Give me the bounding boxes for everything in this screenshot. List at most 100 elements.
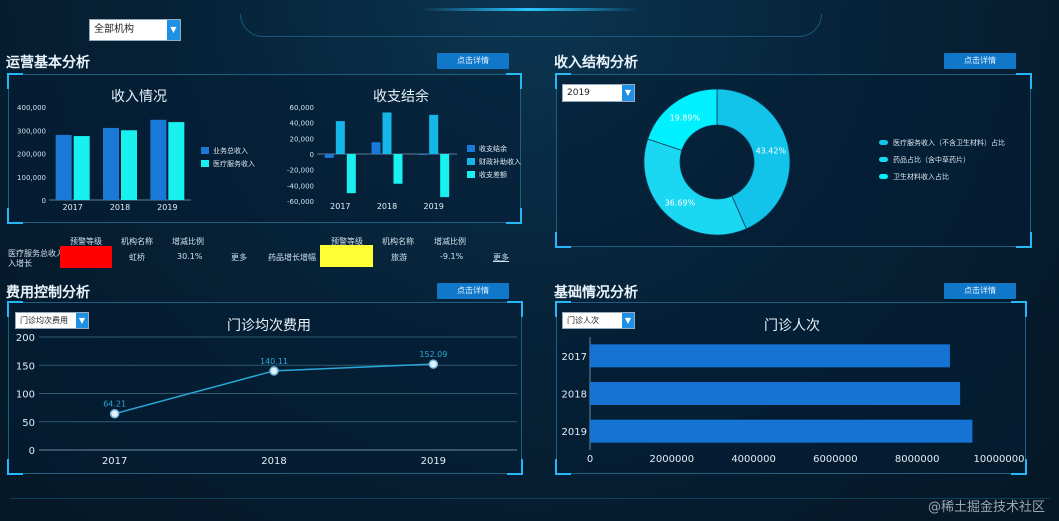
row-org-left: 虹桥	[129, 253, 145, 262]
chevron-down-icon: ▼	[167, 20, 180, 40]
legend-swatch	[467, 158, 475, 165]
cost-metric-select[interactable]: 门诊均次费用 ▼	[15, 312, 89, 329]
legend-label: 医疗服务收入（不含卫生材料）占比	[893, 138, 1005, 147]
income-chart: 0 100,000 200,000 300,000 400,000 2017 2018 201…	[17, 104, 255, 212]
bar-2019	[590, 419, 973, 443]
data-label: 140.11	[260, 357, 288, 366]
header-glow	[420, 8, 640, 11]
slice-label: 43.42%	[756, 147, 787, 156]
basic-info-title: 基础情况分析	[554, 285, 638, 301]
y-tick-label: -40,000	[287, 182, 314, 190]
y-tick-label: 400,000	[17, 104, 46, 112]
visits-metric-select[interactable]: 门诊人次 ▼	[562, 312, 635, 329]
data-label: 64.21	[103, 400, 126, 409]
data-label: 152.09	[419, 350, 447, 359]
bar-医疗服务收入-2018	[121, 130, 137, 200]
bar-2018	[590, 382, 961, 405]
bar-财政补助收入-2018	[382, 112, 392, 154]
data-point	[428, 359, 439, 369]
x-tick-label: 2017	[62, 203, 82, 212]
row-label-right: 药品增长增幅	[268, 253, 316, 262]
legend-swatch	[201, 160, 209, 167]
bar-收支差额-2019	[440, 154, 450, 198]
header-ratio-left: 增减比例	[172, 237, 204, 246]
income-structure-title: 收入结构分析	[554, 55, 638, 71]
legend-swatch	[879, 140, 888, 145]
operations-detail-button[interactable]: 点击详情	[437, 53, 509, 69]
chevron-down-icon: ▼	[76, 313, 88, 328]
x-tick-label: 2017	[102, 456, 127, 467]
header-org-right: 机构名称	[382, 237, 414, 246]
x-tick-label: 8000000	[895, 454, 940, 465]
bar-业务总收入-2018	[103, 127, 119, 200]
y-tick-label: 100,000	[17, 174, 46, 182]
bar-2017	[590, 344, 950, 368]
x-tick-label: 6000000	[813, 454, 858, 465]
donut-slice	[643, 138, 747, 236]
year-select[interactable]: 2019 ▼	[562, 84, 635, 102]
y-tick-label: 40,000	[290, 120, 315, 128]
y-tick-label: 60,000	[290, 104, 315, 112]
x-tick-label: 4000000	[731, 454, 776, 465]
cost-metric-select-value: 门诊均次费用	[20, 316, 68, 325]
y-tick-label: 200	[16, 333, 35, 344]
alert-level-yellow	[320, 245, 373, 267]
data-point	[269, 366, 279, 376]
row-org-right: 旅游	[391, 253, 407, 262]
operations-panel: 收入情况 收支结余 0 100,000 200,000 300,000 400,000 2…	[7, 73, 522, 224]
more-link-left[interactable]: 更多	[231, 252, 247, 263]
balance-chart: -60,000 -40,000 -20,000 0 20,000 40,000 60,000…	[287, 104, 521, 211]
operations-title: 运营基本分析	[6, 55, 90, 71]
bar-医疗服务收入-2017	[73, 136, 90, 200]
row-ratio-right: -9.1%	[440, 252, 464, 261]
header-frame	[240, 14, 822, 37]
income-structure-detail-button[interactable]: 点击详情	[944, 53, 1016, 69]
row-label-left-2: 入增长	[8, 259, 32, 268]
y-tick-label: 2017	[562, 352, 587, 363]
y-tick-label: 300,000	[17, 127, 46, 135]
org-select[interactable]: 全部机构 ▼	[89, 19, 181, 41]
y-tick-label: 50	[22, 418, 35, 429]
y-tick-label: 2018	[562, 390, 587, 401]
bar-财政补助收入-2017	[335, 121, 345, 154]
legend-swatch	[467, 171, 475, 178]
legend-swatch	[879, 174, 888, 179]
y-tick-label: 0	[29, 446, 35, 457]
slice-label: 19.89%	[670, 113, 701, 122]
data-point	[109, 408, 120, 419]
y-tick-label: 2019	[562, 427, 587, 438]
x-tick-label: 2019	[421, 456, 446, 467]
chevron-down-icon: ▼	[622, 85, 634, 101]
more-link-right[interactable]: 更多	[493, 252, 509, 263]
x-tick-label: 2018	[261, 456, 286, 467]
y-tick-label: 0	[42, 197, 46, 205]
year-select-value: 2019	[567, 88, 590, 98]
legend-swatch	[879, 157, 888, 162]
legend-label: 收支结余	[479, 144, 507, 153]
row-ratio-left: 30.1%	[177, 252, 203, 261]
watermark: @稀土掘金技术社区	[927, 500, 1045, 515]
alert-level-red	[60, 246, 112, 268]
y-tick-label: -20,000	[287, 167, 314, 175]
bar-收支结余-2018	[371, 142, 381, 154]
y-tick-label: 20,000	[290, 135, 315, 143]
bar-收支差额-2018	[393, 154, 403, 184]
bar-收支差额-2017	[346, 154, 356, 194]
x-tick-label: 0	[587, 454, 593, 465]
bar-业务总收入-2017	[55, 134, 72, 200]
legend-label: 收支差额	[479, 170, 507, 179]
legend-label: 业务总收入	[213, 146, 248, 155]
x-tick-label: 2019	[423, 202, 443, 211]
basic-info-detail-button[interactable]: 点击详情	[944, 283, 1016, 299]
bar-医疗服务收入-2019	[168, 122, 185, 200]
x-tick-label: 2018	[110, 203, 130, 212]
y-tick-label: 100	[16, 390, 35, 401]
bar-收支结余-2019	[418, 154, 428, 155]
bottom-decoration	[10, 498, 1050, 513]
x-tick-label: 10000000	[974, 454, 1025, 465]
slice-label: 36.69%	[665, 199, 696, 208]
bar-收支结余-2017	[324, 154, 334, 158]
y-tick-label: 150	[16, 361, 35, 372]
cost-control-detail-button[interactable]: 点击详情	[437, 283, 509, 299]
x-tick-label: 2018	[377, 202, 397, 211]
